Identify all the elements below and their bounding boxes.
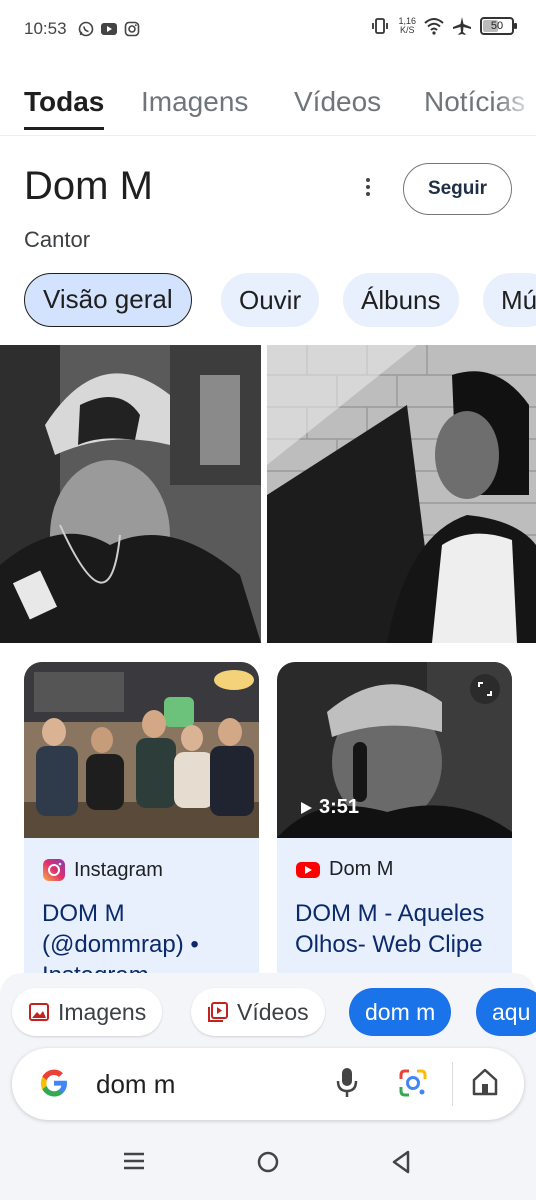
more-options-icon[interactable] — [356, 172, 380, 202]
suggestion-images[interactable]: Imagens — [12, 988, 163, 1036]
video-icon — [208, 1002, 228, 1022]
suggestion-label: aqu — [492, 998, 531, 1025]
suggestion-dom-m[interactable]: dom m — [349, 988, 452, 1036]
home-icon[interactable] — [470, 1066, 500, 1098]
follow-button[interactable]: Seguir — [403, 163, 512, 215]
card-source: Instagram — [42, 858, 163, 882]
result-card-instagram[interactable]: Instagram DOM M (@dommrap) • Instagram — [24, 662, 259, 992]
back-icon[interactable] — [390, 1150, 412, 1174]
suggestion-label: Vídeos — [237, 998, 309, 1025]
airplane-icon — [453, 17, 471, 35]
hero-image-1[interactable] — [0, 345, 261, 643]
google-logo-icon — [40, 1069, 67, 1097]
chip-overview[interactable]: Visão geral — [24, 273, 192, 327]
search-box[interactable]: dom m — [12, 1048, 524, 1120]
home-button-icon[interactable] — [256, 1150, 280, 1174]
search-box-divider — [452, 1062, 453, 1106]
artist-photo-1 — [0, 345, 261, 643]
suggestion-aqueles[interactable]: aqu — [476, 988, 536, 1036]
instagram-icon — [124, 21, 140, 37]
system-navigation-bar — [0, 1130, 536, 1200]
tabs-fade-edge — [496, 78, 536, 135]
google-lens-icon[interactable] — [396, 1066, 430, 1100]
tab-videos[interactable]: Vídeos — [294, 86, 381, 118]
result-card-video[interactable]: 3:51 Dom M DOM M - Aqueles Olhos- Web Cl… — [277, 662, 512, 992]
chip-albums[interactable]: Álbuns — [343, 273, 459, 327]
image-icon — [29, 1003, 49, 1021]
group-photo — [24, 662, 259, 838]
network-speed: 1,16 K/S — [398, 17, 416, 35]
play-icon — [301, 801, 312, 814]
microphone-icon[interactable] — [334, 1066, 360, 1100]
tab-all[interactable]: Todas — [24, 86, 105, 130]
youtube-icon — [101, 23, 117, 35]
entity-chips: Visão geral Ouvir Álbuns Mú — [0, 273, 536, 329]
notification-icons — [78, 21, 140, 37]
card-source-label: Dom M — [329, 858, 394, 880]
expand-icon[interactable] — [470, 674, 500, 704]
hero-image-2[interactable] — [267, 345, 536, 643]
card-title[interactable]: DOM M - Aqueles Olhos- Web Clipe — [295, 898, 500, 960]
chip-music[interactable]: Mú — [483, 273, 536, 327]
wifi-icon — [424, 18, 444, 35]
video-duration: 3:51 — [299, 796, 359, 819]
entity-subtitle: Cantor — [24, 227, 91, 252]
status-bar: 10:53 1,16 K/S 50 — [0, 0, 536, 60]
search-query[interactable]: dom m — [96, 1069, 175, 1100]
artist-photo-2 — [267, 345, 536, 643]
suggestion-label: Imagens — [58, 998, 147, 1025]
duration-label: 3:51 — [319, 796, 360, 818]
battery-icon: 50 — [480, 17, 517, 35]
tab-images[interactable]: Imagens — [141, 86, 248, 118]
recent-apps-icon[interactable] — [123, 1150, 145, 1172]
entity-title: Dom M — [24, 164, 153, 208]
search-type-tabs: Todas Imagens Vídeos Notícias — [0, 78, 536, 136]
card-source-label: Instagram — [74, 858, 163, 881]
whatsapp-icon — [78, 21, 94, 37]
instagram-icon — [43, 859, 65, 881]
net-speed-unit: K/S — [399, 25, 415, 35]
status-time: 10:53 — [24, 19, 67, 38]
card-source: Dom M — [295, 858, 393, 881]
card-thumbnail — [24, 662, 259, 838]
system-status: 1,16 K/S 50 — [370, 16, 517, 36]
chip-listen[interactable]: Ouvir — [221, 273, 320, 327]
youtube-icon — [296, 861, 320, 878]
battery-level: 50 — [490, 20, 504, 32]
suggestion-videos[interactable]: Vídeos — [191, 988, 325, 1036]
suggestion-label: dom m — [365, 998, 436, 1025]
vibrate-icon — [372, 18, 389, 34]
